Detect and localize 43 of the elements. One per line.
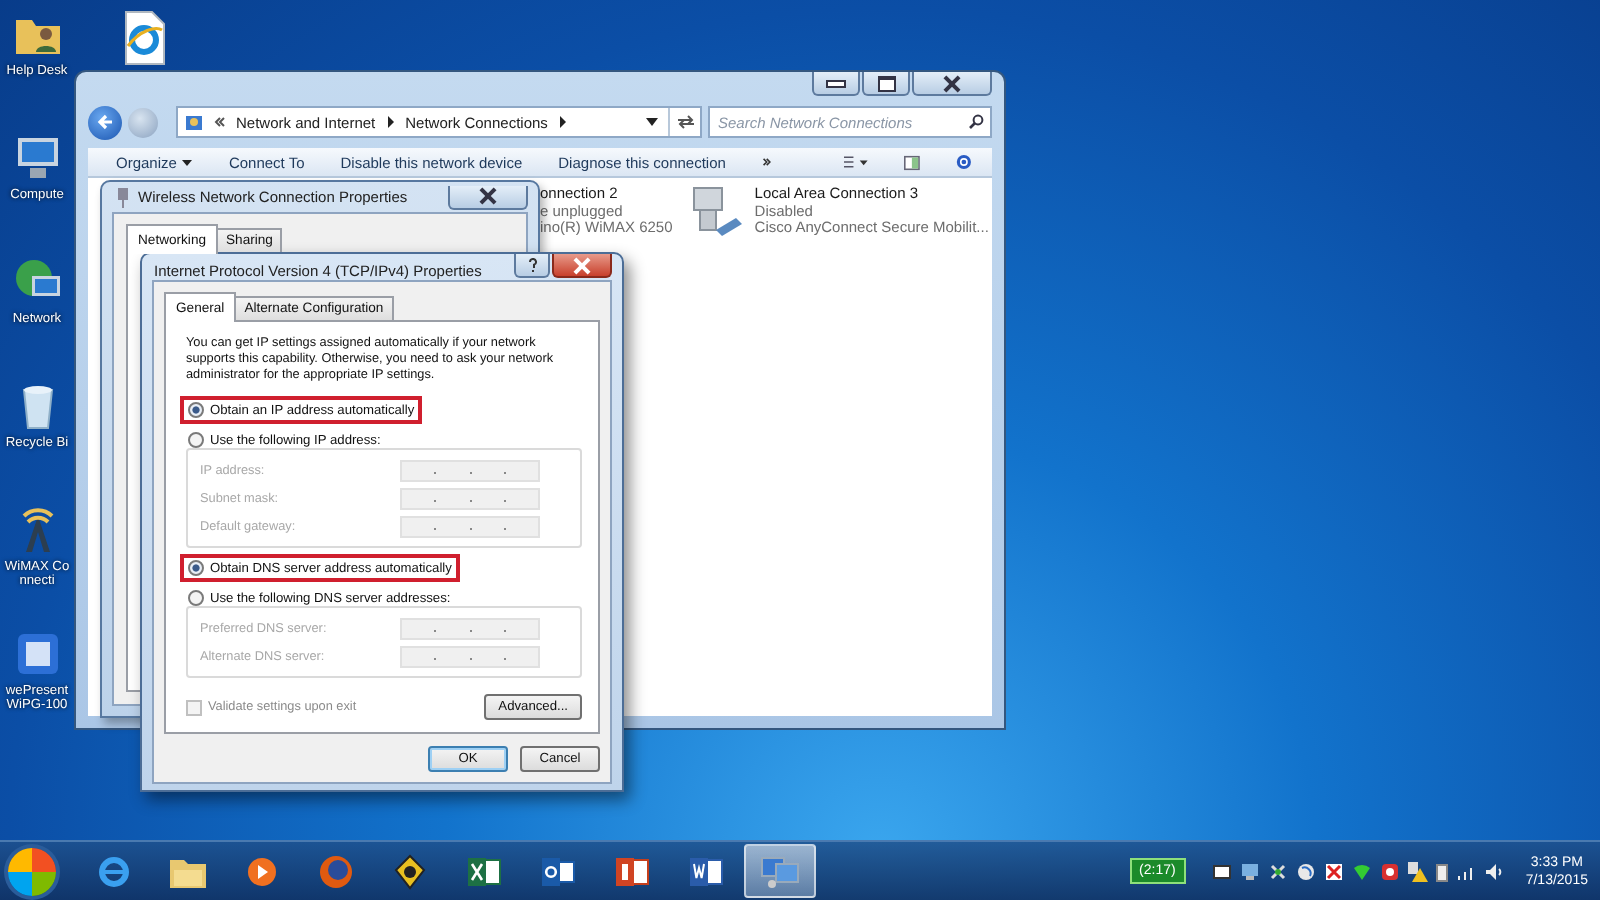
- close-button[interactable]: [448, 185, 528, 209]
- back-arrow-icon: [95, 112, 115, 132]
- view-options-icon[interactable]: [843, 154, 869, 170]
- minimize-button[interactable]: [812, 72, 860, 96]
- radio-button[interactable]: [188, 590, 204, 606]
- window-icon[interactable]: [1211, 861, 1232, 881]
- mail-icon: [540, 853, 576, 889]
- computer-adapter-icon: [692, 186, 745, 238]
- start-button[interactable]: [8, 847, 56, 895]
- refresh-button[interactable]: [668, 108, 700, 136]
- preview-pane-icon[interactable]: [904, 153, 921, 171]
- play-icon: [246, 855, 278, 887]
- radio-button[interactable]: [188, 560, 204, 576]
- double-chevron-icon[interactable]: [761, 156, 772, 168]
- close-button[interactable]: [552, 254, 612, 278]
- browser-icon: [96, 853, 132, 889]
- battery-icon[interactable]: [1435, 861, 1448, 881]
- slides-icon: [614, 853, 650, 889]
- monitor-icon[interactable]: [1239, 861, 1260, 881]
- spreadsheet-icon: [466, 853, 502, 889]
- dropdown-arrow-icon[interactable]: [646, 118, 658, 126]
- caret-icon: [182, 159, 193, 165]
- question-mark-icon: [527, 258, 537, 272]
- double-chevron-icon: [214, 116, 226, 128]
- wifi-icon[interactable]: [1351, 861, 1372, 881]
- warning-icon[interactable]: [1407, 861, 1428, 881]
- network-error-icon[interactable]: [1267, 861, 1288, 881]
- browser-globe-icon: [318, 853, 354, 889]
- help-button[interactable]: [514, 254, 550, 278]
- network-folder-icon: [184, 112, 204, 132]
- search-icon: [968, 114, 984, 130]
- speaker-icon[interactable]: [1483, 861, 1504, 881]
- radio-button[interactable]: [188, 432, 204, 448]
- chevron-right-icon[interactable]: [557, 116, 568, 128]
- refresh-icon: [675, 114, 695, 130]
- chevron-right-icon[interactable]: [385, 116, 396, 128]
- close-button[interactable]: [912, 72, 992, 96]
- back-button[interactable]: [88, 105, 122, 139]
- radio-button[interactable]: [188, 402, 204, 418]
- maximize-button[interactable]: [862, 72, 910, 96]
- document-icon: [688, 853, 724, 889]
- network-plug-icon: [116, 186, 130, 208]
- network-monitor-icon: [760, 853, 800, 889]
